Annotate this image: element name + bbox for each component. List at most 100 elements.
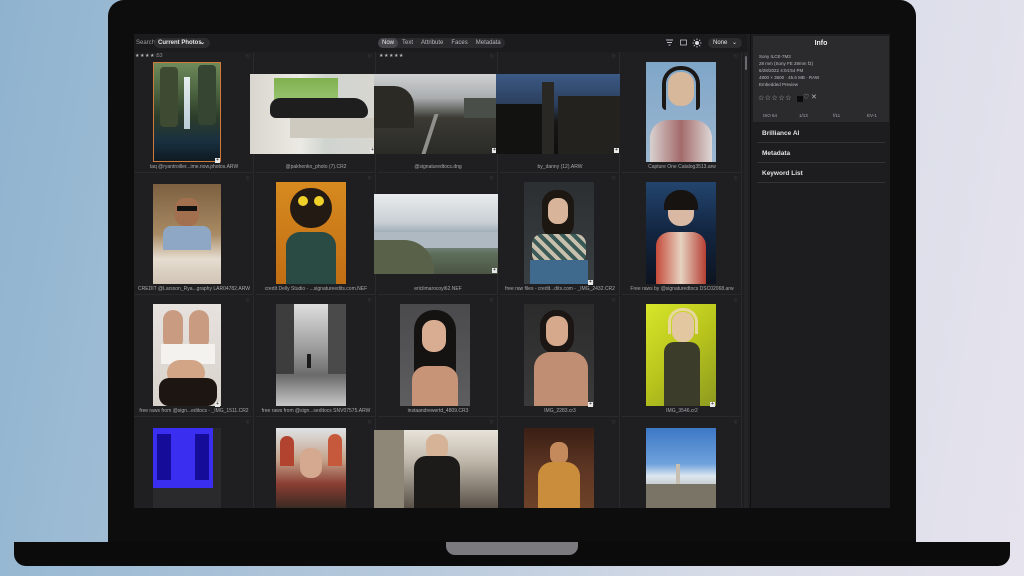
gallery-icon[interactable] bbox=[678, 38, 688, 48]
grid-cell[interactable]: ★★★★★ ♡ + @signaturedtocs.dng bbox=[374, 52, 498, 173]
grid-cell[interactable]: ♡ + free raw files - credit...dits.com -… bbox=[500, 174, 620, 295]
heart-icon[interactable]: ♡ bbox=[803, 93, 809, 101]
photo-caption: Capture One Catalog3513.arw bbox=[648, 164, 716, 170]
grid-cell[interactable]: ♡ bbox=[622, 418, 742, 508]
photo-thumbnail-scarf-woman[interactable] bbox=[524, 182, 594, 284]
photo-thumbnail-cat[interactable] bbox=[250, 74, 376, 154]
photo-thumbnail-street-woman[interactable] bbox=[374, 430, 498, 508]
grid-cell[interactable]: ♡ credit Delly Studio - ...signatureedit… bbox=[256, 174, 376, 295]
photo-thumbnail-waterfall-person[interactable] bbox=[276, 304, 346, 406]
grid-cell[interactable]: ♡ instaandrewertd_4809.CR3 bbox=[378, 296, 498, 417]
pin-icon[interactable]: ♡ bbox=[368, 54, 372, 60]
photo-thumbnail-lake[interactable] bbox=[374, 194, 498, 274]
rating-stars[interactable]: ☆☆☆☆☆ bbox=[758, 94, 792, 102]
capture-date: 6/28/2022 4:04:54 PM bbox=[759, 68, 804, 73]
grid-cell[interactable]: ♡ + by_danny (12).ARW bbox=[496, 52, 620, 173]
photo-thumbnail-dark-hair-woman[interactable] bbox=[400, 304, 470, 406]
right-sidebar: Info Sony ILCE-7M3 28 mm (Sony FE 28mm f… bbox=[750, 34, 890, 508]
grid-cell[interactable]: ♡ Free raws by @signaturedtocs DSC02068.… bbox=[622, 174, 742, 295]
grid-cell[interactable]: ♡ bbox=[500, 418, 620, 508]
photo-thumbnail-sunflower-woman[interactable] bbox=[276, 182, 346, 284]
photo-caption: CREDIT @Larsson_Rya...graphy LAR04782.AR… bbox=[138, 286, 250, 292]
photo-thumbnail-yellow-woman[interactable] bbox=[646, 304, 716, 406]
pin-icon[interactable]: ♡ bbox=[490, 54, 494, 60]
photo-thumbnail-umbrella-woman[interactable] bbox=[646, 182, 716, 284]
photo-thumbnail-church[interactable] bbox=[496, 74, 620, 154]
grid-cell[interactable]: ♡ + @pakhenko_photo (7).CR2 bbox=[250, 52, 376, 173]
pin-icon[interactable]: ♡ bbox=[368, 298, 372, 304]
section-metadata[interactable]: Metadata bbox=[757, 144, 885, 163]
photo-caption: IMG_2283.cr3 bbox=[544, 408, 576, 414]
plus-icon[interactable]: + bbox=[215, 402, 220, 407]
photo-caption: ericlimarocoyi62.NEF bbox=[414, 286, 462, 292]
pin-icon[interactable]: ♡ bbox=[612, 54, 616, 60]
plus-icon[interactable]: + bbox=[215, 158, 220, 163]
photo-thumbnail-buildings-sky[interactable] bbox=[646, 428, 716, 508]
pin-icon[interactable]: ♡ bbox=[612, 420, 616, 426]
pin-icon[interactable]: ♡ bbox=[246, 54, 250, 60]
photo-thumbnail-red-square[interactable] bbox=[276, 428, 346, 508]
section-brilliance-ai[interactable]: Brilliance AI bbox=[757, 124, 885, 143]
rating-stars-value[interactable]: ☆☆☆☆☆ bbox=[758, 95, 792, 102]
grid-cell[interactable]: ♡ free raws from @sign...seditocs SNV075… bbox=[256, 296, 376, 417]
plus-icon[interactable]: + bbox=[492, 268, 497, 273]
pin-icon[interactable]: ♡ bbox=[734, 176, 738, 182]
tab-text[interactable]: Text bbox=[398, 38, 417, 48]
plus-icon[interactable]: + bbox=[588, 280, 593, 285]
grid-cell[interactable]: ♡ + IMG_3546.cr2 bbox=[622, 296, 742, 417]
pin-icon[interactable]: ♡ bbox=[246, 298, 250, 304]
photo-grid: ★★★★☆ 53 ♡ + taq @ryantroiller...ime.now… bbox=[134, 52, 744, 508]
pin-icon[interactable]: ♡ bbox=[368, 420, 372, 426]
tab-metadata[interactable]: Metadata bbox=[472, 38, 505, 48]
grid-cell[interactable]: ★★★★☆ 53 ♡ + taq @ryantroiller...ime.now… bbox=[134, 52, 254, 173]
pin-icon[interactable]: ♡ bbox=[612, 176, 616, 182]
tab-now[interactable]: Now bbox=[378, 38, 399, 48]
photo-thumbnail-man-sunglasses[interactable] bbox=[153, 184, 221, 284]
search-scope-dropdown[interactable]: Current Photos ⌄ bbox=[154, 38, 210, 48]
tab-faces[interactable]: Faces bbox=[447, 38, 471, 48]
filter-icon[interactable] bbox=[664, 38, 674, 48]
pin-icon[interactable]: ♡ bbox=[734, 298, 738, 304]
photo-caption: credit Delly Studio - ...signatureedits.… bbox=[264, 286, 368, 292]
lens-info: 28 mm (Sony FE 28mm f2) bbox=[759, 61, 814, 66]
section-keyword-list[interactable]: Keyword List bbox=[757, 164, 885, 183]
plus-icon[interactable]: + bbox=[588, 402, 593, 407]
app-screen: Search Current Photos ⌄ Now Text Attribu… bbox=[134, 34, 890, 508]
tab-attribute[interactable]: Attribute bbox=[417, 38, 447, 48]
grid-cell[interactable]: ♡ bbox=[374, 418, 498, 508]
grid-cell[interactable]: ♡ bbox=[134, 418, 254, 508]
grid-cell[interactable]: ♡ Capture One Catalog3513.arw bbox=[622, 52, 742, 173]
pin-icon[interactable]: ♡ bbox=[246, 420, 250, 426]
rating-stars[interactable]: ★★★★★ bbox=[379, 53, 404, 59]
pin-icon[interactable]: ♡ bbox=[734, 420, 738, 426]
grid-cell[interactable]: ♡ bbox=[256, 418, 376, 508]
grid-scrollbar[interactable] bbox=[744, 52, 748, 508]
photo-thumbnail-portrait-smile[interactable] bbox=[646, 62, 716, 162]
photo-thumbnail-desert-woman[interactable] bbox=[524, 428, 594, 508]
pin-icon[interactable]: ♡ bbox=[490, 420, 494, 426]
chevron-down-icon: ⌄ bbox=[731, 40, 737, 46]
sort-dropdown[interactable]: None ⌄ bbox=[708, 38, 742, 48]
reject-icon[interactable]: ✕ bbox=[811, 93, 817, 101]
grid-cell[interactable]: ♡ CREDIT @Larsson_Rya...graphy LAR04782.… bbox=[134, 174, 254, 295]
photo-thumbnail-lying-woman[interactable] bbox=[153, 304, 221, 406]
pin-icon[interactable]: ♡ bbox=[612, 298, 616, 304]
grid-cell[interactable]: ♡ + ericlimarocoyi62.NEF bbox=[374, 174, 498, 295]
photo-caption: taq @ryantroiller...ime.now.photos.ARW bbox=[149, 164, 239, 170]
plus-icon[interactable]: + bbox=[614, 148, 619, 153]
pin-icon[interactable]: ♡ bbox=[734, 54, 738, 60]
brightness-icon[interactable] bbox=[692, 38, 702, 48]
pin-icon[interactable]: ♡ bbox=[490, 176, 494, 182]
grid-cell[interactable]: ♡ + free raws from @sign...editocs - _IM… bbox=[134, 296, 254, 417]
grid-cell[interactable]: ♡ + IMG_2283.cr3 bbox=[500, 296, 620, 417]
plus-icon[interactable]: + bbox=[710, 402, 715, 407]
photo-thumbnail-waterfall[interactable] bbox=[153, 62, 221, 162]
pin-icon[interactable]: ♡ bbox=[246, 176, 250, 182]
sort-value: None bbox=[713, 40, 728, 46]
grid-scrollbar-thumb[interactable] bbox=[745, 56, 747, 70]
pin-icon[interactable]: ♡ bbox=[368, 176, 372, 182]
photo-thumbnail-road[interactable] bbox=[374, 74, 498, 154]
photo-thumbnail-shoulder-woman[interactable] bbox=[524, 304, 594, 406]
photo-thumbnail-letter-n[interactable] bbox=[153, 428, 221, 508]
pin-icon[interactable]: ♡ bbox=[490, 298, 494, 304]
